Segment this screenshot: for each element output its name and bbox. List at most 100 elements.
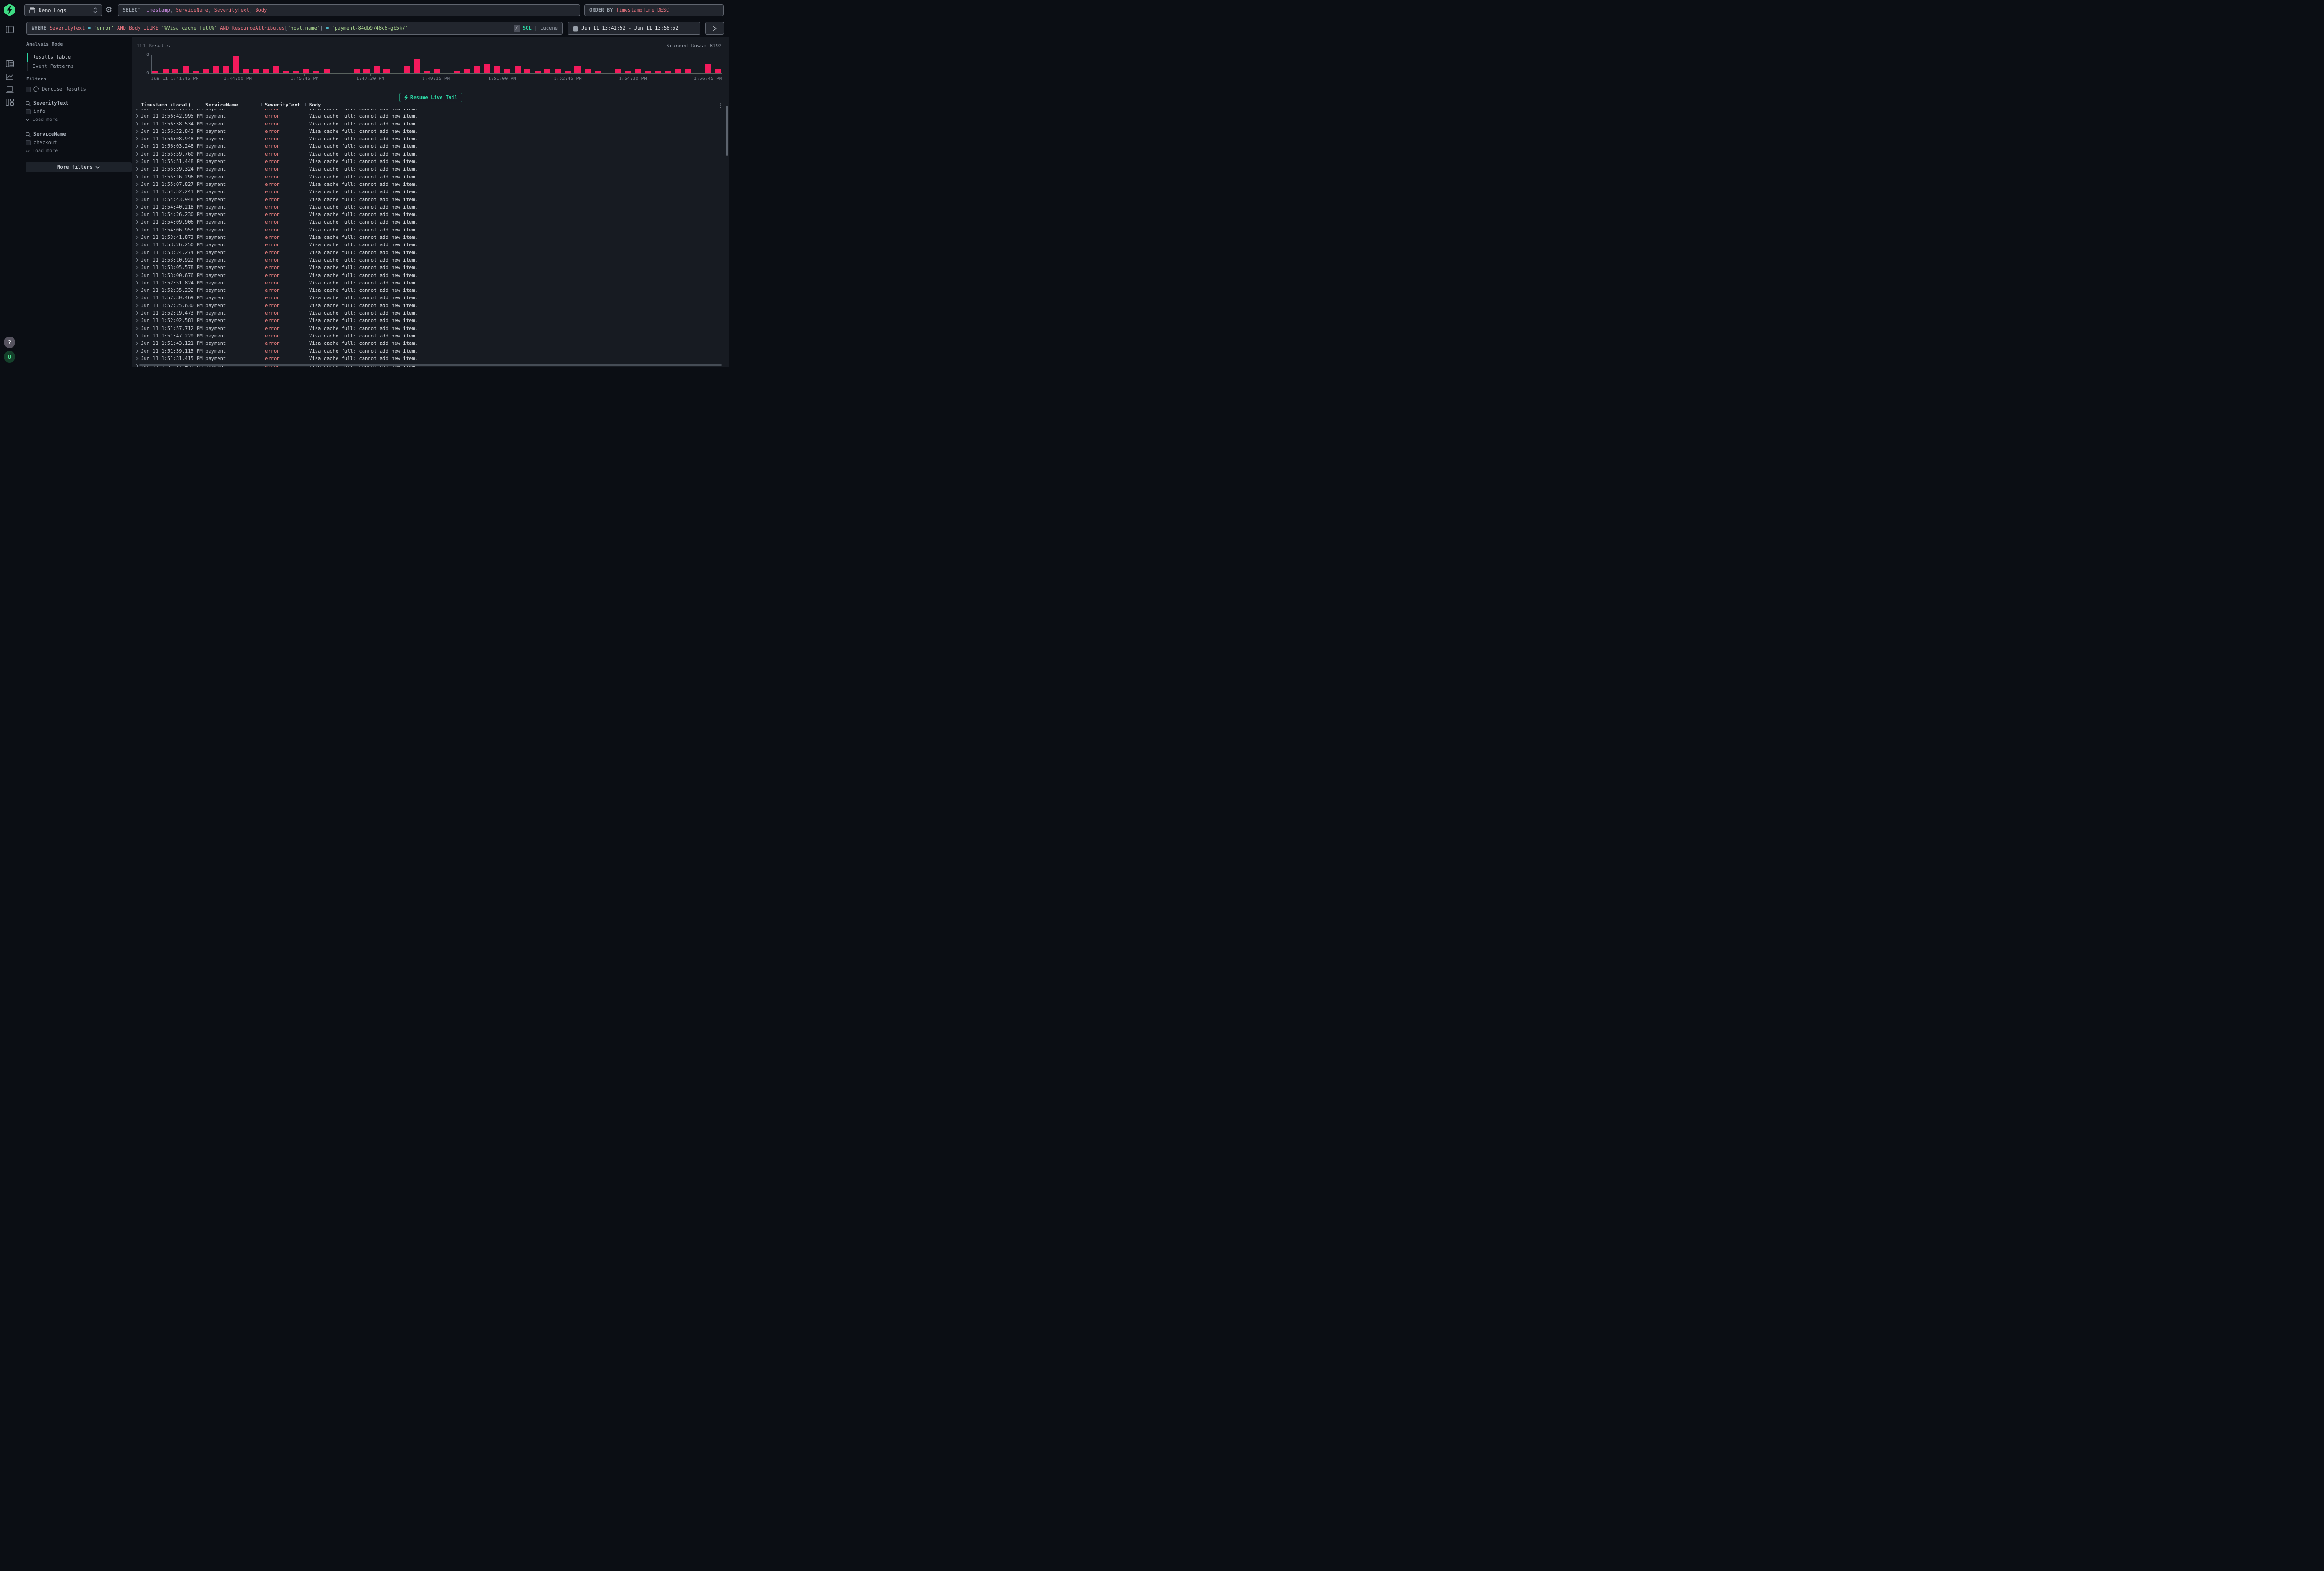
histogram-bar[interactable] (303, 69, 309, 73)
row-expand-chevron-icon[interactable] (135, 341, 139, 345)
row-expand-chevron-icon[interactable] (135, 258, 139, 262)
table-row[interactable]: Jun 11 1:55:16.296 PM payment error Visa… (132, 173, 725, 181)
histogram-bar[interactable] (213, 66, 219, 73)
histogram-bar[interactable] (494, 66, 500, 73)
resume-live-tail-button[interactable]: Resume Live Tail (399, 93, 462, 102)
table-row[interactable]: Jun 11 1:56:38.534 PM payment error Visa… (132, 120, 725, 128)
histogram-bar[interactable] (263, 69, 269, 73)
row-expand-chevron-icon[interactable] (135, 334, 139, 338)
histogram-bar[interactable] (544, 69, 550, 73)
sessions-laptop-icon[interactable] (0, 86, 19, 93)
histogram-bar[interactable] (484, 64, 490, 73)
table-row[interactable]: Jun 11 1:56:32.843 PM payment error Visa… (132, 128, 725, 135)
row-expand-chevron-icon[interactable] (135, 190, 139, 194)
table-row[interactable]: Jun 11 1:53:00.676 PM payment error Visa… (132, 272, 725, 279)
table-row[interactable]: Jun 11 1:51:43.121 PM payment error Visa… (132, 340, 725, 347)
table-row[interactable]: Jun 11 1:52:02.581 PM payment error Visa… (132, 317, 725, 324)
row-expand-chevron-icon[interactable] (135, 122, 139, 126)
table-row[interactable]: Jun 11 1:53:26.250 PM payment error Visa… (132, 241, 725, 249)
histogram-bar[interactable] (414, 59, 420, 74)
table-row[interactable]: Jun 11 1:51:31.415 PM payment error Visa… (132, 355, 725, 363)
histogram-bar[interactable] (504, 69, 510, 73)
row-expand-chevron-icon[interactable] (135, 326, 139, 330)
horizontal-scrollbar-thumb[interactable] (139, 364, 722, 366)
column-resize-handle[interactable] (305, 103, 306, 108)
filter-option-checkbox[interactable] (26, 109, 31, 114)
gear-icon[interactable]: ⚙ (105, 6, 113, 14)
source-selector[interactable]: Demo Logs (24, 4, 102, 16)
histogram-bar[interactable] (665, 71, 671, 73)
row-expand-chevron-icon[interactable] (135, 318, 139, 323)
chart-explorer-icon[interactable] (0, 73, 19, 80)
time-range-picker[interactable]: Jun 11 13:41:52 - Jun 11 13:56:52 (568, 22, 700, 35)
row-expand-chevron-icon[interactable] (135, 251, 139, 255)
table-row[interactable]: Jun 11 1:51:57.712 PM payment error Visa… (132, 325, 725, 332)
histogram-bar[interactable] (313, 71, 319, 73)
row-expand-chevron-icon[interactable] (135, 212, 139, 217)
row-expand-chevron-icon[interactable] (135, 182, 139, 186)
help-button[interactable]: ? (4, 337, 15, 348)
table-row[interactable]: Jun 11 1:54:26.230 PM payment error Visa… (132, 211, 725, 218)
histogram-bar[interactable] (574, 66, 581, 73)
histogram-bar[interactable] (383, 69, 390, 73)
histogram-bar[interactable] (424, 71, 430, 73)
table-row[interactable]: Jun 11 1:52:35.232 PM payment error Visa… (132, 287, 725, 294)
histogram-bar[interactable] (273, 66, 279, 73)
collapse-panel-icon[interactable] (0, 26, 19, 33)
row-expand-chevron-icon[interactable] (135, 311, 139, 315)
histogram-bar[interactable] (363, 69, 370, 73)
table-row[interactable]: Jun 11 1:54:06.953 PM payment error Visa… (132, 226, 725, 234)
table-row[interactable]: Jun 11 1:55:51.448 PM payment error Visa… (132, 158, 725, 165)
run-query-button[interactable] (705, 22, 724, 35)
column-settings-icon[interactable]: ⋮ (718, 102, 723, 109)
row-expand-chevron-icon[interactable] (135, 296, 139, 300)
histogram-bar[interactable] (354, 69, 360, 73)
filter-option[interactable]: checkout (19, 139, 132, 147)
histogram-bar[interactable] (655, 71, 661, 73)
row-expand-chevron-icon[interactable] (135, 198, 139, 202)
load-more-servicename[interactable]: Load more (19, 147, 132, 155)
histogram-bar[interactable] (464, 69, 470, 73)
column-resize-handle[interactable] (261, 103, 262, 108)
filter-option[interactable]: info (19, 107, 132, 116)
row-expand-chevron-icon[interactable] (135, 175, 139, 179)
row-expand-chevron-icon[interactable] (135, 152, 139, 156)
table-row[interactable]: Jun 11 1:53:41.873 PM payment error Visa… (132, 234, 725, 241)
table-row[interactable]: Jun 11 1:56:03.248 PM payment error Visa… (132, 143, 725, 150)
table-row[interactable]: Jun 11 1:55:39.324 PM payment error Visa… (132, 165, 725, 173)
select-query-input[interactable]: SELECT Timestamp, ServiceName, SeverityT… (118, 4, 580, 16)
sidebar-item-event-patterns[interactable]: Event Patterns (27, 62, 74, 71)
row-expand-chevron-icon[interactable] (135, 288, 139, 292)
row-expand-chevron-icon[interactable] (135, 228, 139, 232)
row-expand-chevron-icon[interactable] (135, 304, 139, 308)
row-expand-chevron-icon[interactable] (135, 114, 139, 118)
histogram-bar[interactable] (474, 66, 480, 73)
histogram-bar[interactable] (595, 71, 601, 73)
table-row[interactable]: Jun 11 1:54:52.241 PM payment error Visa… (132, 188, 725, 196)
table-row[interactable]: Jun 11 1:51:47.229 PM payment error Visa… (132, 332, 725, 340)
table-row[interactable]: Jun 11 1:52:30.469 PM payment error Visa… (132, 294, 725, 302)
row-expand-chevron-icon[interactable] (135, 144, 139, 148)
histogram-bar[interactable] (172, 69, 178, 73)
histogram-bar[interactable] (163, 69, 169, 73)
row-expand-chevron-icon[interactable] (135, 349, 139, 353)
order-by-input[interactable]: ORDER BY TimestampTime DESC (584, 4, 724, 16)
row-expand-chevron-icon[interactable] (135, 159, 139, 164)
histogram-bar[interactable] (243, 69, 249, 73)
row-expand-chevron-icon[interactable] (135, 356, 139, 361)
table-row[interactable]: Jun 11 1:53:05.578 PM payment error Visa… (132, 264, 725, 271)
search-logs-icon[interactable] (0, 60, 19, 67)
histogram-bar[interactable] (615, 69, 621, 73)
row-expand-chevron-icon[interactable] (135, 129, 139, 133)
histogram-bar[interactable] (635, 69, 641, 73)
sql-toggle[interactable]: SQL (523, 26, 532, 31)
histogram-bar[interactable] (434, 69, 440, 73)
histogram-bar[interactable] (253, 69, 259, 73)
row-expand-chevron-icon[interactable] (135, 281, 139, 285)
lucene-toggle[interactable]: Lucene (540, 26, 558, 31)
histogram-bar[interactable] (524, 69, 530, 73)
histogram-bar[interactable] (675, 69, 681, 73)
histogram-bar[interactable] (515, 66, 521, 73)
histogram-bar[interactable] (374, 66, 380, 73)
row-expand-chevron-icon[interactable] (135, 265, 139, 270)
